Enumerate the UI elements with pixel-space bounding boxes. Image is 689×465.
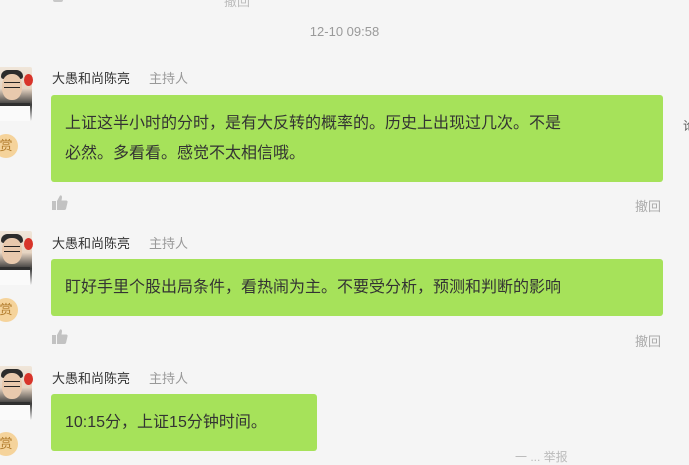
message-text-line: 盯好手里个股出局条件，看热闹为主。不要受分析，预测和判断的影响 bbox=[65, 279, 562, 296]
message-text-line: 10:15分，上证15分钟时间。 bbox=[65, 414, 267, 431]
message-bubble: 上证这半小时的分时，是有大反转的概率的。历史上出现过几次。不是 必然。多看看。感… bbox=[51, 95, 663, 182]
reward-badge[interactable]: 赏 bbox=[0, 432, 18, 456]
like-icon[interactable] bbox=[51, 328, 69, 346]
right-edge-text: 论 bbox=[683, 117, 689, 134]
revoke-button[interactable]: 撤回 bbox=[635, 331, 661, 350]
author-name[interactable]: 大愚和尚陈亮 bbox=[52, 233, 130, 252]
author-name[interactable]: 大愚和尚陈亮 bbox=[52, 368, 130, 387]
author-name[interactable]: 大愚和尚陈亮 bbox=[52, 68, 130, 87]
like-icon[interactable] bbox=[51, 194, 69, 212]
reward-badge[interactable]: 赏 bbox=[0, 298, 18, 322]
red-seal-icon bbox=[24, 373, 33, 385]
message-text-line: 必然。多看看。感觉不太相信哦。 bbox=[65, 145, 306, 162]
red-seal-icon bbox=[24, 238, 33, 250]
bottom-faint-text: 一 ... 举报 bbox=[515, 450, 568, 464]
reward-badge[interactable]: 赏 bbox=[0, 134, 18, 158]
author-role: 主持人 bbox=[149, 371, 189, 386]
revoke-button[interactable]: 撤回 bbox=[635, 196, 661, 215]
right-edge-text: （ bbox=[683, 37, 689, 54]
message-text-line: 上证这半小时的分时，是有大反转的概率的。历史上出现过几次。不是 bbox=[65, 115, 562, 132]
message-bubble: 10:15分，上证15分钟时间。 bbox=[51, 394, 317, 451]
author-role: 主持人 bbox=[149, 71, 189, 86]
message-bubble: 盯好手里个股出局条件，看热闹为主。不要受分析，预测和判断的影响 bbox=[51, 259, 663, 316]
revoke-button-partial[interactable]: 撤回 bbox=[224, 0, 250, 10]
previous-message-fragment: 撤回 bbox=[0, 0, 689, 10]
like-icon-partial[interactable] bbox=[53, 0, 63, 2]
timestamp-divider: 12-10 09:58 bbox=[309, 24, 380, 39]
red-seal-icon bbox=[24, 74, 33, 86]
author-role: 主持人 bbox=[149, 236, 189, 251]
